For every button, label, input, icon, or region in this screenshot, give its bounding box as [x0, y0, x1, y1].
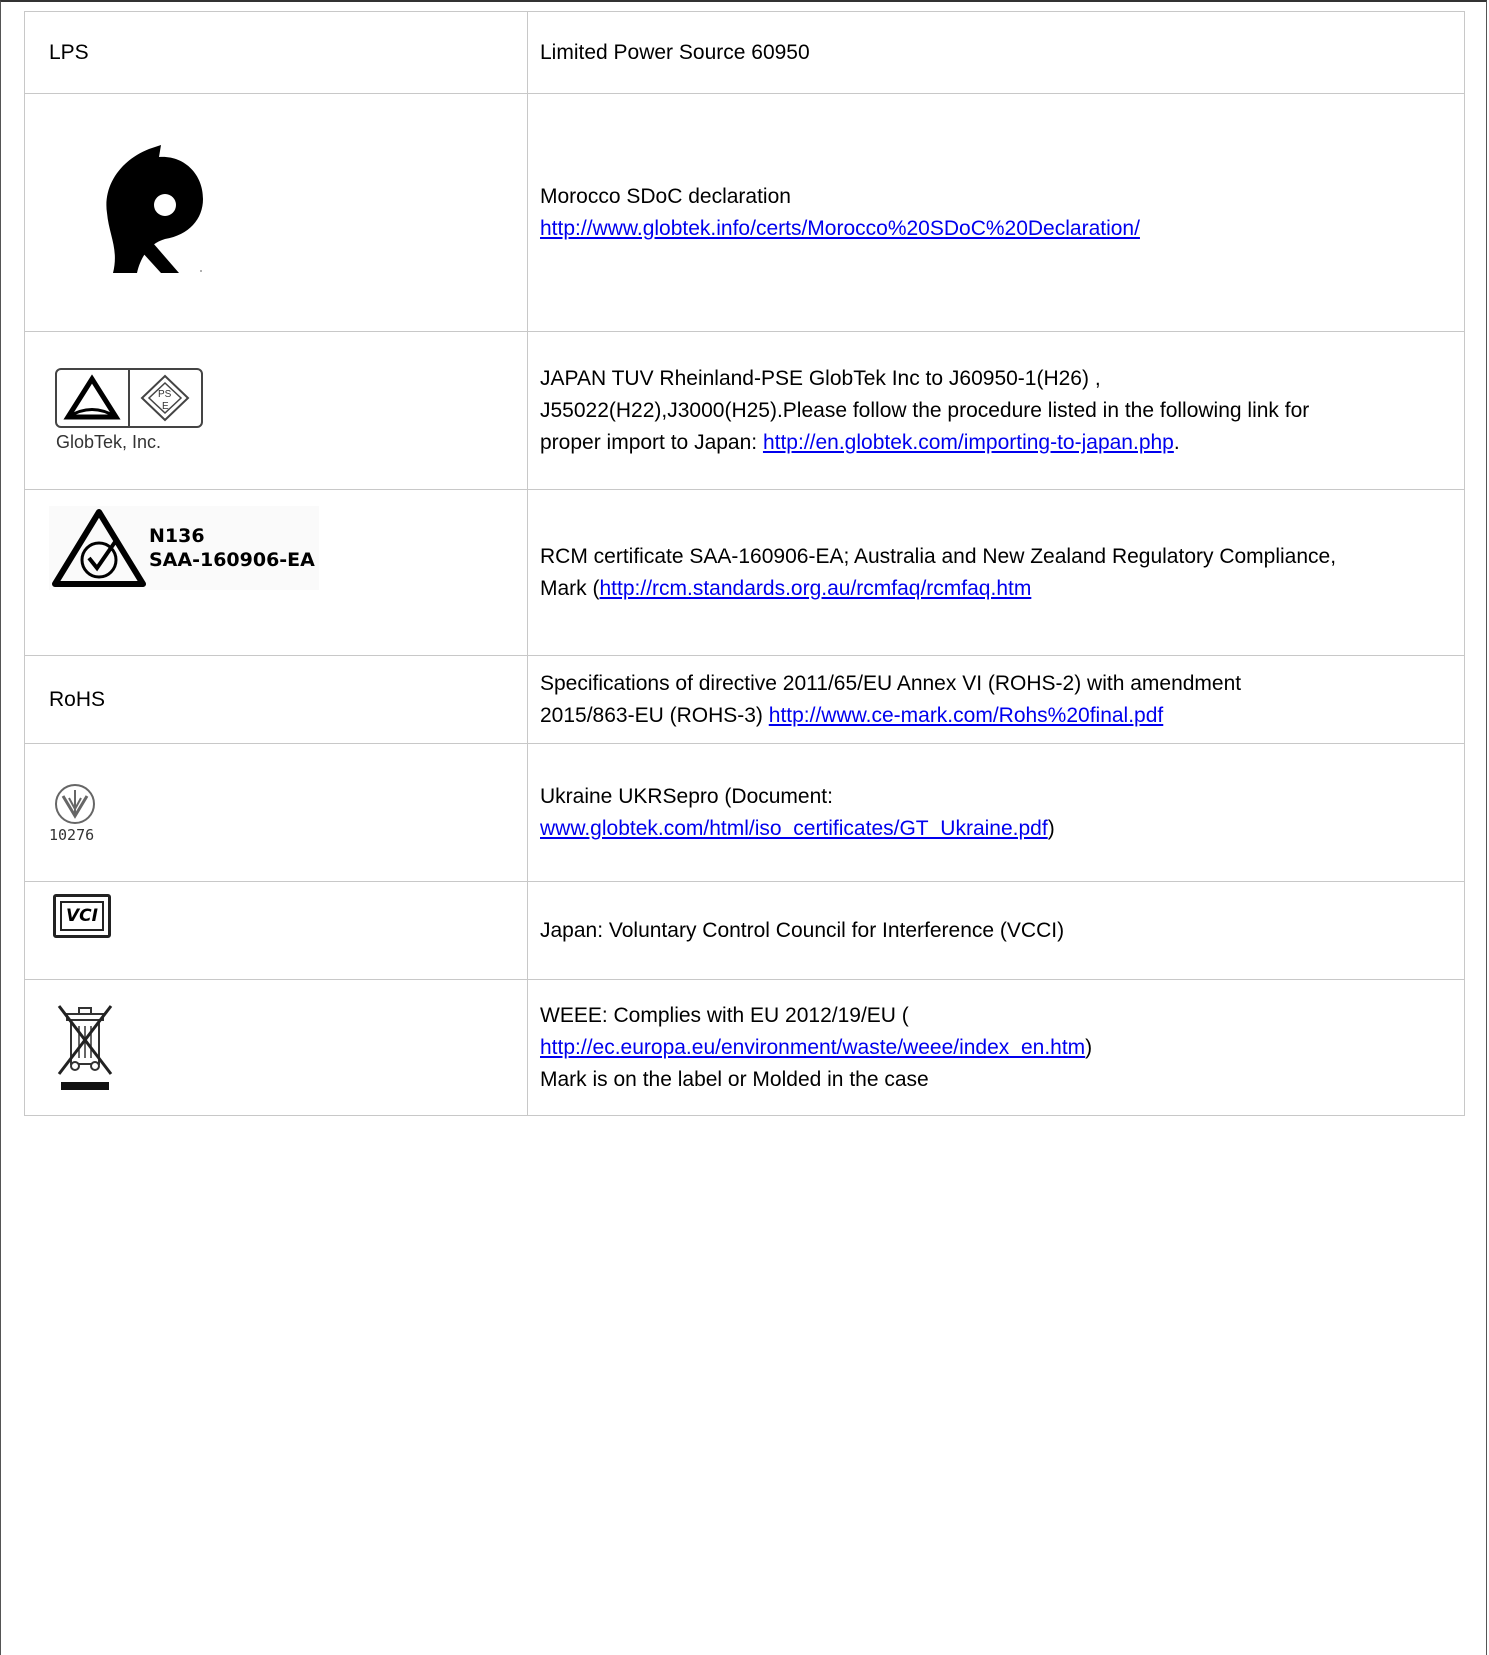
rcm-faq-link[interactable]: http://rcm.standards.org.au/rcmfaq/rcmfa… [600, 577, 1032, 600]
mark-cell: 10276 [24, 743, 528, 882]
description-cell: WEEE: Complies with EU 2012/19/EU ( http… [527, 979, 1465, 1116]
mark-cell [24, 93, 528, 332]
certifications-table: LPS Limited Power Source 60950 Morocco S… [24, 11, 1465, 1116]
description-text: Morocco SDoC declaration [540, 184, 791, 208]
importing-to-japan-link[interactable]: http://en.globtek.com/importing-to-japan… [763, 431, 1174, 454]
description-line: proper import to Japan: http://en.globte… [540, 427, 1454, 459]
ukrsepro-icon [55, 783, 95, 824]
description-cell: Limited Power Source 60950 [527, 11, 1465, 94]
description-text: Mark is on the label or Molded in the ca… [540, 1067, 929, 1091]
description-text: . [1173, 430, 1180, 454]
mark-cell: LPS [24, 11, 528, 94]
mark-cell: RoHS [24, 655, 528, 744]
description-cell: RCM certificate SAA-160906-EA; Australia… [527, 489, 1465, 656]
svg-text:E: E [162, 401, 169, 412]
vcci-icon: VCI [53, 894, 111, 938]
ccc-morocco-icon [106, 144, 203, 273]
description-text: Limited Power Source 60950 [540, 40, 810, 64]
description-text: WEEE: Complies with EU 2012/19/EU ( [540, 1003, 909, 1027]
table-row: N136 SAA-160906-EA RCM certificate SAA-1… [24, 489, 1465, 656]
tuv-pse-icon: PS E [55, 367, 203, 428]
table-row: WEEE: Complies with EU 2012/19/EU ( http… [24, 979, 1465, 1116]
mark-caption: 10276 [49, 825, 95, 844]
mark-cell: VCI [24, 881, 528, 980]
ukraine-certificate-link[interactable]: www.globtek.com/html/iso_certificates/GT… [540, 817, 1048, 840]
rohs-pdf-link[interactable]: http://www.ce-mark.com/Rohs%20final.pdf [769, 704, 1164, 727]
description-text: Mark ( [540, 576, 600, 600]
description-line: http://ec.europa.eu/environment/waste/we… [540, 1032, 1454, 1064]
table-row: LPS Limited Power Source 60950 [24, 11, 1465, 94]
description-line: 2015/863-EU (ROHS-3) http://www.ce-mark.… [540, 700, 1454, 732]
description-cell: Ukraine UKRSepro (Document: www.globtek.… [527, 743, 1465, 882]
description-text: RCM certificate SAA-160906-EA; Australia… [540, 544, 1337, 568]
description-text: 2015/863-EU (ROHS-3) [540, 703, 769, 727]
description-text: J55022(H22),J3000(H25).Please follow the… [540, 398, 1310, 422]
description-text: Specifications of directive 2011/65/EU A… [540, 671, 1242, 695]
rcm-icon [52, 509, 146, 587]
rcm-certificate: SAA-160906-EA [149, 549, 315, 571]
description-line: Mark (http://rcm.standards.org.au/rcmfaq… [540, 573, 1454, 605]
description-text: proper import to Japan: [540, 430, 763, 454]
table-row: Morocco SDoC declaration http://www.glob… [24, 93, 1465, 332]
mark-label: LPS [49, 40, 89, 64]
description-cell: Specifications of directive 2011/65/EU A… [527, 655, 1465, 744]
description-cell: Japan: Voluntary Control Council for Int… [527, 881, 1465, 980]
description-text: Ukraine UKRSepro (Document: [540, 784, 833, 808]
weee-bin-icon [57, 1005, 113, 1090]
table-row: RoHS Specifications of directive 2011/65… [24, 655, 1465, 744]
description-cell: Morocco SDoC declaration http://www.glob… [527, 93, 1465, 332]
table-row: VCI Japan: Voluntary Control Council for… [24, 881, 1465, 980]
vcci-logo-text: VCI [66, 906, 98, 926]
table-row: 10276 Ukraine UKRSepro (Document: www.gl… [24, 743, 1465, 882]
description-cell: JAPAN TUV Rheinland-PSE GlobTek Inc to J… [527, 331, 1465, 490]
description-text: JAPAN TUV Rheinland-PSE GlobTek Inc to J… [540, 366, 1101, 390]
mark-cell: PS E GlobTek, Inc. [24, 331, 528, 490]
description-text: ) [1085, 1035, 1093, 1059]
weee-directive-link[interactable]: http://ec.europa.eu/environment/waste/we… [540, 1036, 1085, 1059]
mark-label: RoHS [49, 687, 106, 711]
svg-text:PS: PS [158, 389, 172, 400]
table-row: PS E GlobTek, Inc. JAPAN TUV Rheinland-P… [24, 331, 1465, 490]
morocco-sdoc-link[interactable]: http://www.globtek.info/certs/Morocco%20… [540, 213, 1454, 245]
mark-cell: N136 SAA-160906-EA [24, 489, 528, 656]
description-text: Japan: Voluntary Control Council for Int… [540, 918, 1065, 942]
description-text: ) [1047, 816, 1055, 840]
mark-caption: GlobTek, Inc. [56, 431, 162, 452]
rcm-code: N136 [149, 525, 205, 547]
rcm-text: N136 SAA-160906-EA [149, 524, 315, 572]
mark-cell [24, 979, 528, 1116]
description-line: www.globtek.com/html/iso_certificates/GT… [540, 813, 1454, 845]
rcm-mark: N136 SAA-160906-EA [49, 506, 319, 590]
